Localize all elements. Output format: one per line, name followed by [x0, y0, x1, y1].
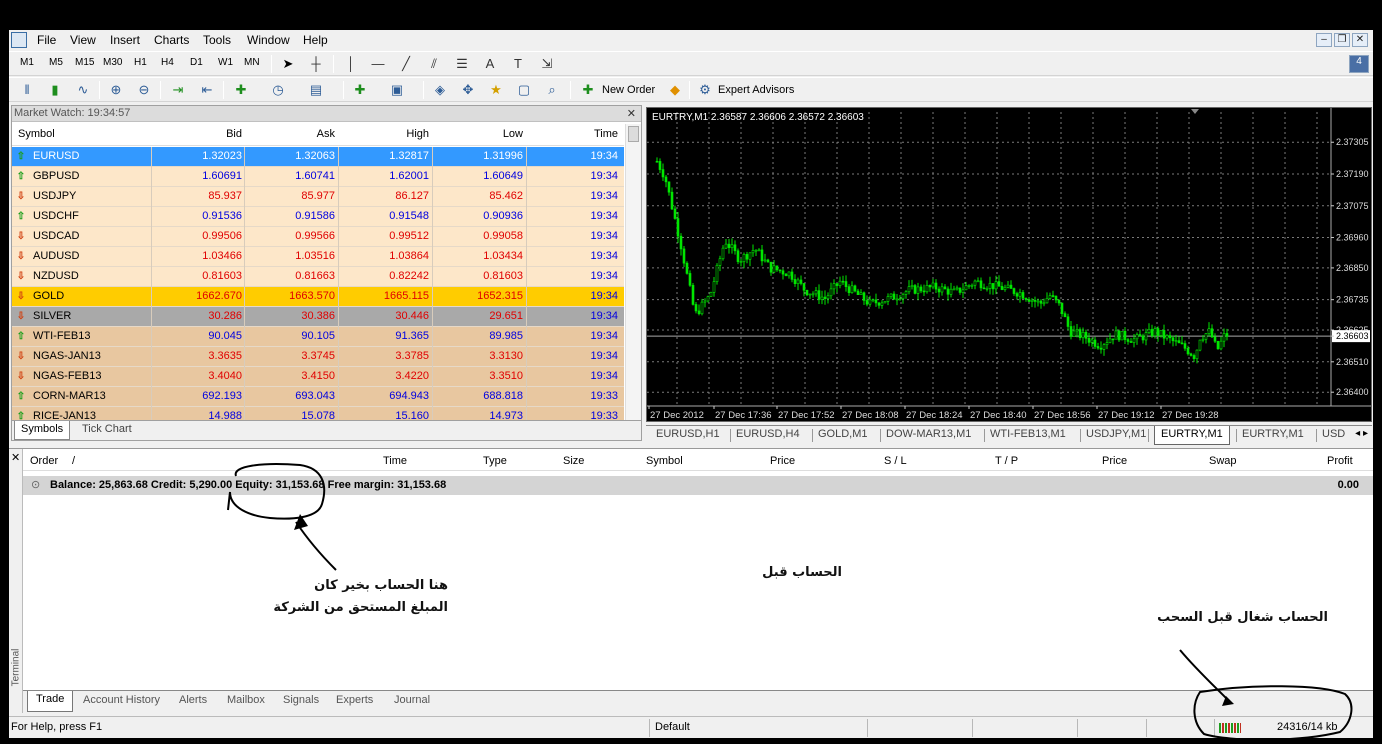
annotation-note-1b: المبلغ المستحق من الشركة [273, 600, 448, 615]
annotation-note-3: الحساب شغال قبل السحب [1157, 610, 1328, 625]
annotation-strokes [227, 463, 1353, 741]
annotation-note-1a: هنا الحساب بخير كان [314, 578, 448, 593]
annotation-note-2: الحساب قبل [762, 565, 842, 580]
